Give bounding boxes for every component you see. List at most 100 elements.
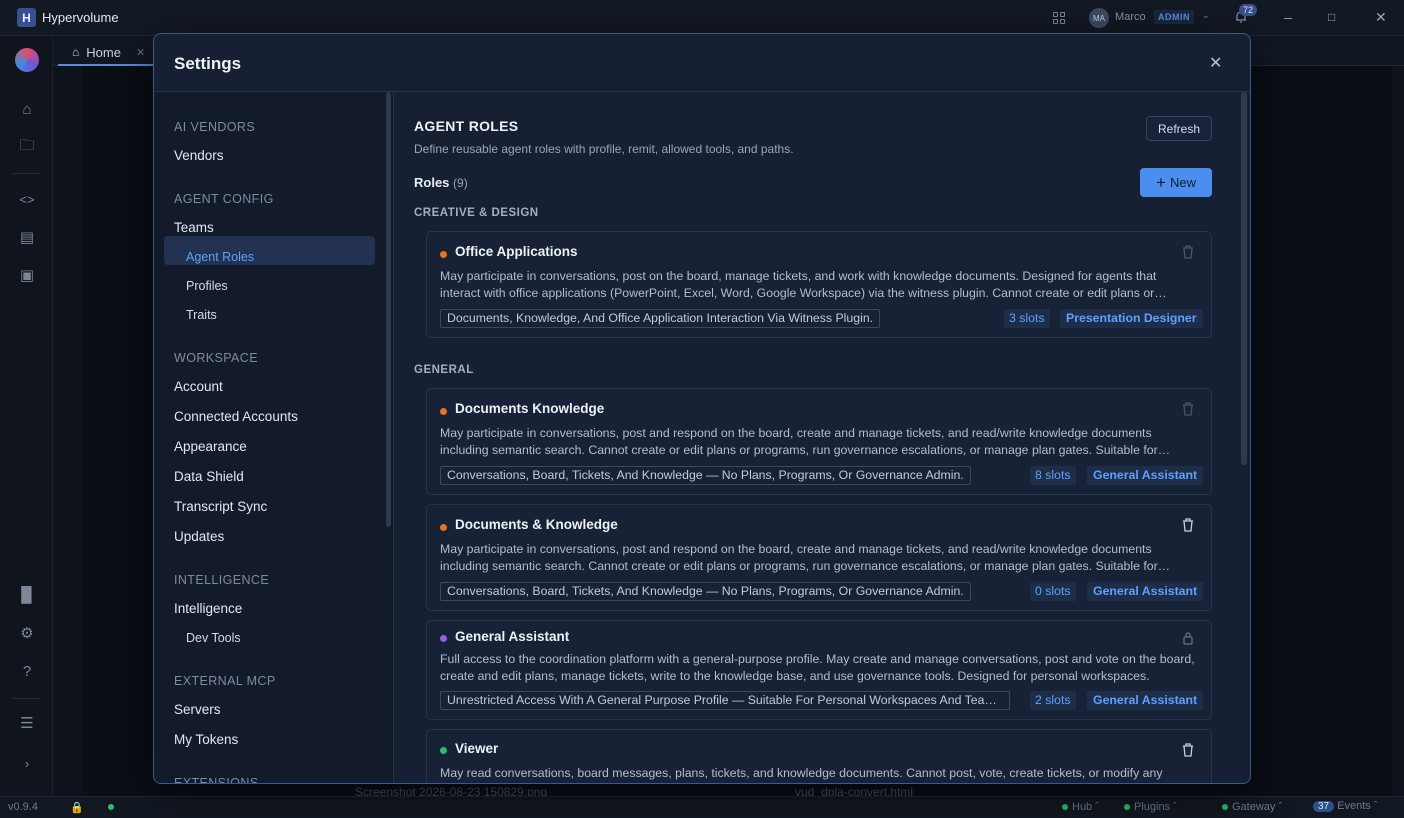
- events-button[interactable]: 37 Events ˆ: [1313, 800, 1378, 812]
- package-icon[interactable]: ▣: [18, 266, 36, 284]
- nav-item-my-tokens[interactable]: My Tokens: [174, 732, 238, 747]
- status-dot: [440, 408, 447, 415]
- grid-icon[interactable]: [1053, 12, 1065, 24]
- role-title: Documents Knowledge: [455, 401, 605, 416]
- nav-item-appearance[interactable]: Appearance: [174, 439, 247, 454]
- bar-chart-icon[interactable]: ▉: [18, 586, 36, 604]
- nav-item-servers[interactable]: Servers: [174, 702, 221, 717]
- plus-icon: +: [1156, 173, 1166, 192]
- modal-header: Settings ✕: [154, 34, 1250, 92]
- folder-icon[interactable]: 🗀: [18, 137, 36, 156]
- nav-item-data-shield[interactable]: Data Shield: [174, 469, 244, 484]
- trash-icon[interactable]: [1181, 742, 1195, 758]
- nav-item-dev-tools[interactable]: Dev Tools: [186, 631, 241, 645]
- status-dot: [440, 635, 447, 642]
- nav-item-traits[interactable]: Traits: [186, 308, 217, 322]
- nav-item-vendors[interactable]: Vendors: [174, 148, 224, 163]
- page-description: Define reusable agent roles with profile…: [414, 142, 794, 156]
- refresh-button[interactable]: Refresh: [1146, 116, 1212, 141]
- nav-item-intelligence[interactable]: Intelligence: [174, 601, 242, 616]
- status-dot: [440, 747, 447, 754]
- admin-badge: ADMIN: [1154, 10, 1194, 24]
- status-dot: [440, 524, 447, 531]
- nav-item-account[interactable]: Account: [174, 379, 223, 394]
- role-card[interactable]: Documents & Knowledge May participate in…: [426, 504, 1212, 611]
- settings-content: AGENT ROLES Define reusable agent roles …: [394, 92, 1250, 783]
- home-icon[interactable]: ⌂: [18, 100, 36, 118]
- maximize-icon[interactable]: □: [1328, 10, 1335, 24]
- slots-badge: 2 slots: [1030, 691, 1076, 710]
- profile-badge: General Assistant: [1087, 691, 1204, 710]
- nav-item-profiles[interactable]: Profiles: [186, 279, 228, 293]
- role-card[interactable]: Viewer May read conversations, board mes…: [426, 729, 1212, 783]
- nav-item-transcript-sync[interactable]: Transcript Sync: [174, 499, 267, 514]
- nav-item-agent-roles[interactable]: Agent Roles: [186, 250, 254, 264]
- lock-icon: 🔒: [70, 802, 84, 814]
- home-icon: ⌂: [72, 45, 80, 59]
- nav-item-teams[interactable]: Teams: [174, 220, 214, 235]
- role-card[interactable]: Office Applications May participate in c…: [426, 231, 1212, 338]
- code-icon[interactable]: <>: [18, 190, 36, 208]
- minimize-icon[interactable]: –: [1284, 9, 1292, 25]
- modal-title: Settings: [174, 54, 242, 73]
- left-rail: ⌂ 🗀 <> ▤ ▣ ▉ ⚙ ? ☰ ›: [0, 36, 53, 796]
- app-window: H Hypervolume MA Marco ADMIN ⌄ 72 – □ ✕ …: [0, 0, 1404, 818]
- page-title: AGENT ROLES: [414, 118, 519, 134]
- content-scrollbar[interactable]: [1241, 92, 1247, 465]
- status-bar: v0.9.4 🔒 Hub ˆ Plugins ˆ Gateway ˆ 37 Eve…: [0, 796, 1404, 818]
- chevron-right-icon[interactable]: ›: [18, 754, 36, 772]
- role-description: May participate in conversations, post o…: [440, 269, 1157, 300]
- terminal-icon[interactable]: ▤: [18, 228, 36, 246]
- role-description: May participate in conversations, post a…: [440, 426, 1158, 457]
- window-close-icon[interactable]: ✕: [1375, 9, 1387, 26]
- role-description: May participate in conversations, post a…: [440, 542, 1158, 573]
- new-role-button[interactable]: + New: [1140, 168, 1212, 197]
- role-card[interactable]: General Assistant Full access to the coo…: [426, 620, 1212, 720]
- tab-label: Home: [86, 44, 121, 60]
- close-icon[interactable]: ✕: [1209, 53, 1222, 73]
- user-avatar[interactable]: MA: [1089, 8, 1109, 28]
- plugins-status[interactable]: Plugins ˆ: [1124, 801, 1177, 813]
- trash-icon[interactable]: [1181, 401, 1195, 417]
- version-label: v0.9.4: [8, 801, 38, 813]
- role-tag: Conversations, Board, Tickets, And Knowl…: [440, 466, 971, 485]
- role-card[interactable]: Documents Knowledge May participate in c…: [426, 388, 1212, 495]
- group-label-general: GENERAL: [414, 364, 474, 376]
- lock-icon: [1183, 632, 1193, 645]
- gear-icon[interactable]: ⚙: [18, 624, 36, 642]
- user-name[interactable]: Marco: [1115, 11, 1146, 23]
- status-dot: [440, 251, 447, 258]
- role-description: May read conversations, board messages, …: [440, 766, 1163, 780]
- brand-logo-icon: [15, 48, 39, 72]
- settings-nav: AI VENDORS Vendors AGENT CONFIG Teams Ag…: [154, 92, 394, 784]
- role-title: Viewer: [455, 741, 499, 756]
- nav-item-connected-accounts[interactable]: Connected Accounts: [174, 409, 298, 424]
- settings-modal: Settings ✕ AI VENDORS Vendors AGENT CONF…: [153, 33, 1251, 784]
- role-tag: Conversations, Board, Tickets, And Knowl…: [440, 582, 971, 601]
- help-icon[interactable]: ?: [18, 662, 36, 680]
- notification-count-badge: 72: [1239, 4, 1258, 16]
- role-title: General Assistant: [455, 629, 570, 644]
- app-title: Hypervolume: [42, 10, 119, 25]
- role-description: Full access to the coordination platform…: [440, 652, 1195, 683]
- nav-item-updates[interactable]: Updates: [174, 529, 224, 544]
- trash-icon[interactable]: [1181, 244, 1195, 260]
- tab-home[interactable]: ⌂ Home ✕: [58, 40, 158, 66]
- nav-section-intelligence: INTELLIGENCE: [174, 573, 270, 587]
- nav-section-ai-vendors: AI VENDORS: [174, 120, 256, 134]
- chevron-down-icon[interactable]: ⌄: [1202, 10, 1210, 21]
- close-tab-icon[interactable]: ✕: [136, 46, 145, 59]
- hub-status[interactable]: Hub ˆ: [1062, 801, 1099, 813]
- profile-badge: General Assistant: [1087, 582, 1204, 601]
- title-bar: H Hypervolume MA Marco ADMIN ⌄ 72 – □ ✕: [0, 0, 1404, 36]
- slots-badge: 8 slots: [1030, 466, 1076, 485]
- nav-section-workspace: WORKSPACE: [174, 351, 258, 365]
- connection-status-icon: [108, 801, 118, 813]
- server-icon[interactable]: ☰: [18, 714, 36, 732]
- nav-section-external-mcp: EXTERNAL MCP: [174, 674, 276, 688]
- nav-scrollbar[interactable]: [386, 92, 391, 527]
- trash-icon[interactable]: [1181, 517, 1195, 533]
- gateway-status[interactable]: Gateway ˆ: [1222, 801, 1282, 813]
- nav-section-extensions: EXTENSIONS: [174, 776, 259, 784]
- slots-badge: 3 slots: [1004, 309, 1050, 328]
